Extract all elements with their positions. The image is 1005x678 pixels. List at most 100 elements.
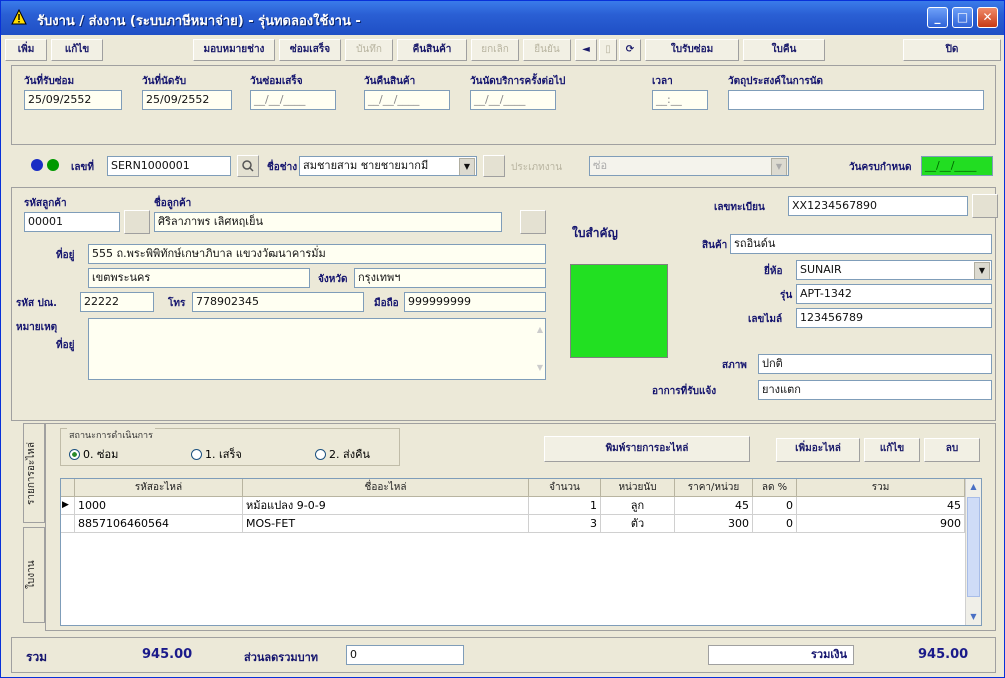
machine-number-label: เลขไมล์ <box>748 314 783 325</box>
confirm-button[interactable]: ยืนยัน <box>523 39 571 61</box>
column-header[interactable]: ชื่ออะไหล่ <box>243 479 529 497</box>
radio-unselected-icon <box>315 449 326 460</box>
condition-field[interactable]: ปกติ <box>758 354 992 374</box>
unit-cell: ตัว <box>601 515 675 533</box>
model-field[interactable]: APT-1342 <box>796 284 992 304</box>
edit-button[interactable]: แก้ไข <box>51 39 103 61</box>
repair-done-button[interactable]: ซ่อมเสร็จ <box>279 39 341 61</box>
symptom-field[interactable]: ยางแตก <box>758 380 992 400</box>
status-dot-green-icon <box>47 159 59 171</box>
column-header[interactable]: รหัสอะไหล่ <box>75 479 243 497</box>
mobile-field[interactable]: 999999999 <box>404 292 546 312</box>
table-scrollbar[interactable]: ▲ ▼ <box>965 479 981 625</box>
technician-select[interactable]: สมชายสาม ชายชายมากมี ▼ <box>299 156 477 176</box>
job-type-label: ประเภทงาน <box>511 162 563 173</box>
scroll-down-icon[interactable]: ▼ <box>537 359 543 377</box>
radio-done[interactable]: 1. เสร็จ <box>191 445 242 463</box>
serial-field[interactable]: XX1234567890 <box>788 196 968 216</box>
title-bar[interactable]: รับงาน / ส่งงาน (ระบบภาษีหมาจ่าย) - รุ่น… <box>1 1 1004 35</box>
scroll-up-icon[interactable]: ▲ <box>537 321 543 339</box>
column-header[interactable]: ลด % <box>753 479 797 497</box>
add-button[interactable]: เพิ่ม <box>5 39 47 61</box>
returned-date-label: วันคืนสินค้า <box>364 76 416 87</box>
price-cell: 45 <box>675 497 753 515</box>
subtotal-value: 945.00 <box>142 647 193 662</box>
phone-field[interactable]: 778902345 <box>192 292 364 312</box>
edit-part-button[interactable]: แก้ไข <box>864 438 920 462</box>
qty-cell: 3 <box>529 515 601 533</box>
parts-panel: สถานะการดำเนินการ 0. ซ่อม 1. เสร็จ 2. ส่… <box>45 423 996 631</box>
repair-done-date-field[interactable]: __/__/____ <box>250 90 336 110</box>
close-icon[interactable]: ✕ <box>977 7 998 28</box>
serial-lookup-button[interactable] <box>972 194 998 218</box>
job-type-select[interactable]: ซ่อ ▼ <box>589 156 789 176</box>
radio-repair[interactable]: 0. ซ่อม <box>69 445 118 463</box>
scroll-thumb[interactable] <box>967 497 980 597</box>
assign-technician-button[interactable]: มอบหมายช่าง <box>193 39 275 61</box>
job-number-label: เลขที่ <box>71 162 94 173</box>
column-header[interactable]: ราคา/หน่วย <box>675 479 753 497</box>
appointment-date-field[interactable]: 25/09/2552 <box>142 90 232 110</box>
tab-work-order[interactable]: ใบงาน <box>23 527 45 623</box>
chevron-down-icon[interactable]: ▼ <box>974 262 990 279</box>
cancel-button[interactable]: ยกเลิก <box>471 39 519 61</box>
close-button[interactable]: ปิด <box>903 39 1001 61</box>
delete-part-button[interactable]: ลบ <box>924 438 980 462</box>
product-label: สินค้า <box>702 240 728 251</box>
footer-panel: รวม 945.00 ส่วนลดรวมบาท 0 รวมเงิน 945.00 <box>11 637 996 673</box>
received-date-field[interactable]: 25/09/2552 <box>24 90 122 110</box>
technician-label: ชื่อช่าง <box>267 162 298 173</box>
column-header[interactable]: จำนวน <box>529 479 601 497</box>
refresh-icon[interactable]: ⟳ <box>619 39 641 61</box>
customer-code-field[interactable]: 00001 <box>24 212 120 232</box>
brand-label: ยี่ห้อ <box>764 266 783 277</box>
toolbar: เพิ่ม แก้ไข มอบหมายช่าง ซ่อมเสร็จ บันทึก… <box>3 37 1002 63</box>
address-line2-field[interactable]: เขตพระนคร <box>88 268 310 288</box>
radio-return[interactable]: 2. ส่งคืน <box>315 445 370 463</box>
address-line1-field[interactable]: 555 ถ.พระพิพิทักษ์เกษาภิบาล แขวงวัฒนาคาร… <box>88 244 546 264</box>
purpose-field[interactable] <box>728 90 984 110</box>
minimize-icon[interactable]: _ <box>927 7 948 28</box>
return-goods-button[interactable]: คืนสินค้า <box>397 39 467 61</box>
mobile-label: มือถือ <box>374 298 399 309</box>
column-header[interactable]: รวม <box>797 479 965 497</box>
technician-value: สมชายสาม ชายชายมากมี <box>303 159 429 172</box>
chevron-down-icon[interactable]: ▼ <box>459 158 475 175</box>
returned-date-field[interactable]: __/__/____ <box>364 90 450 110</box>
province-field[interactable]: กรุงเทพฯ <box>354 268 546 288</box>
time-label: เวลา <box>652 76 673 87</box>
prev-record-icon[interactable]: ◄ <box>575 39 597 61</box>
maximize-icon[interactable]: □ <box>952 7 973 28</box>
due-date-field[interactable]: __/__/____ <box>921 156 993 176</box>
technician-lookup-button[interactable] <box>483 155 505 177</box>
next-record-icon[interactable]: ▯ <box>599 39 617 61</box>
postal-code-field[interactable]: 22222 <box>80 292 154 312</box>
repair-slip-button[interactable]: ใบรับซ่อม <box>645 39 739 61</box>
customer-lookup-button[interactable] <box>124 210 150 234</box>
purpose-label: วัตถุประสงค์ในการนัด <box>728 76 824 87</box>
tab-parts-list[interactable]: รายการอะไหล่ <box>23 423 45 523</box>
customer-edit-button[interactable] <box>520 210 546 234</box>
search-icon[interactable] <box>237 155 259 177</box>
note-textarea[interactable]: ▲ ▼ <box>88 318 546 380</box>
return-slip-button[interactable]: ใบคืน <box>743 39 825 61</box>
total-discount-label: ส่วนลดรวมบาท <box>244 651 319 664</box>
next-service-date-field[interactable]: __/__/____ <box>470 90 556 110</box>
time-field[interactable]: __:__ <box>652 90 708 110</box>
save-button[interactable]: บันทึก <box>345 39 393 61</box>
scroll-up-icon[interactable]: ▲ <box>966 479 981 495</box>
total-discount-field[interactable]: 0 <box>346 645 464 665</box>
machine-number-field[interactable]: 123456789 <box>796 308 992 328</box>
radio-unselected-icon <box>191 449 202 460</box>
phone-label: โทร <box>168 298 186 309</box>
job-number-field[interactable]: SERN1000001 <box>107 156 231 176</box>
product-field[interactable]: รถอินด์น <box>730 234 992 254</box>
brand-select[interactable]: SUNAIR ▼ <box>796 260 992 280</box>
column-header[interactable]: หน่วยนับ <box>601 479 675 497</box>
chevron-down-icon[interactable]: ▼ <box>771 158 787 175</box>
add-part-button[interactable]: เพิ่มอะไหล่ <box>776 438 860 462</box>
status-group-label: สถานะการดำเนินการ <box>67 428 155 442</box>
customer-name-field[interactable]: ศิริลาภาพร เลิศหฤเย็น <box>154 212 502 232</box>
print-parts-button[interactable]: พิมพ์รายการอะไหล่ <box>544 436 750 462</box>
scroll-down-icon[interactable]: ▼ <box>966 609 981 625</box>
